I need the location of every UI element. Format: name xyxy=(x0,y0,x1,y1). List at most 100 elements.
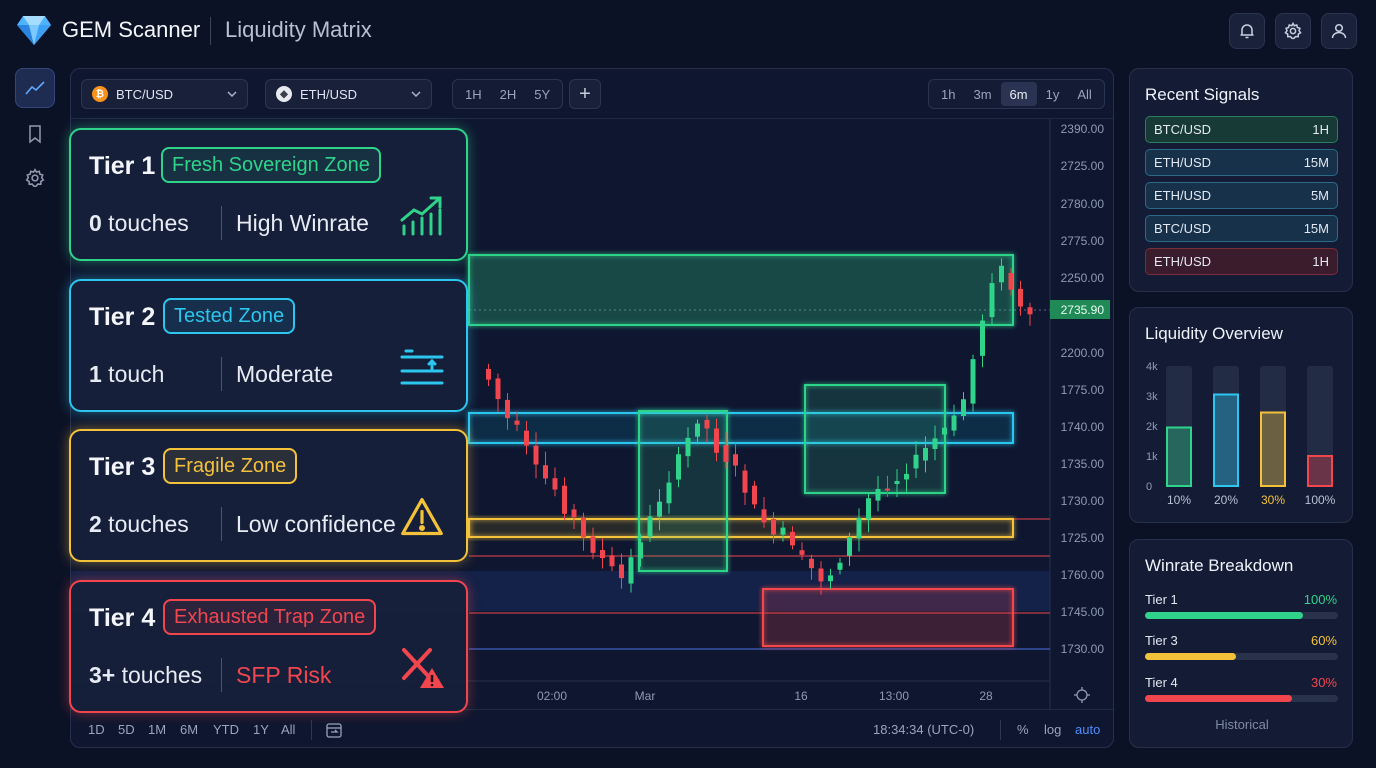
liquidity-bar[interactable] xyxy=(1307,455,1333,487)
tier-badge: Exhausted Trap Zone xyxy=(163,599,377,635)
price-tick: 1730.00 xyxy=(1061,494,1105,508)
notifications-button[interactable] xyxy=(1229,13,1265,49)
bottom-range-all[interactable]: All xyxy=(281,722,295,737)
user-icon xyxy=(1331,23,1347,39)
interval-1h[interactable]: 1H xyxy=(456,82,491,106)
bookmark-icon xyxy=(29,125,41,144)
tier-card-2[interactable]: Tier 2 Tested Zone 1 touch Moderate xyxy=(69,279,468,412)
bottom-range-5d[interactable]: 5D xyxy=(118,722,135,737)
candle-body xyxy=(581,517,586,538)
price-tick: 1735.00 xyxy=(1061,457,1105,471)
y-tick-label: 0 xyxy=(1146,481,1152,493)
profile-button[interactable] xyxy=(1321,13,1357,49)
warning-icon xyxy=(401,497,443,536)
candle-body xyxy=(980,320,985,356)
candle-body xyxy=(543,465,548,479)
range-1h[interactable]: 1h xyxy=(932,82,964,106)
signal-row[interactable]: ETH/USD 1H xyxy=(1145,248,1338,275)
bitcoin-icon: ₿ xyxy=(92,86,108,102)
candle-body xyxy=(923,447,928,461)
tier-card-3[interactable]: Tier 3 Fragile Zone 2 touches Low confid… xyxy=(69,429,468,562)
y-tick-label: 1k xyxy=(1146,451,1158,463)
interval-group: 1H 2H 5Y xyxy=(452,79,564,109)
tier-description: High Winrate xyxy=(236,210,369,236)
signal-pair: BTC/USD xyxy=(1154,221,1212,236)
tier-touches: 0 touches xyxy=(89,210,189,236)
bottom-range-1d[interactable]: 1D xyxy=(88,722,105,737)
range-6m[interactable]: 6m xyxy=(1000,82,1037,106)
bottom-range-1y[interactable]: 1Y xyxy=(253,722,269,737)
time-tick: 02:00 xyxy=(537,689,567,703)
symbol-select-eth[interactable]: ◆ ETH/USD xyxy=(265,79,432,109)
log-toggle[interactable]: log xyxy=(1044,722,1061,737)
candle-body xyxy=(790,531,795,546)
signal-row[interactable]: ETH/USD 15M xyxy=(1145,149,1338,176)
candle-body xyxy=(989,283,995,318)
candle-body xyxy=(951,415,957,431)
candle-body xyxy=(837,562,843,570)
candle-body xyxy=(562,485,567,514)
range-3m[interactable]: 3m xyxy=(964,82,1000,106)
auto-toggle[interactable]: auto xyxy=(1075,722,1100,737)
tier-card-4[interactable]: Tier 4 Exhausted Trap Zone 3+ touches SF… xyxy=(69,580,468,713)
candle-body xyxy=(495,378,501,400)
percent-toggle[interactable]: % xyxy=(1017,722,1029,737)
candle-body xyxy=(486,368,491,380)
tier-card-1[interactable]: Tier 1 Fresh Sovereign Zone 0 touches Hi… xyxy=(69,128,468,261)
candle-body xyxy=(695,423,700,437)
time-tick: 16 xyxy=(794,689,808,703)
signal-row[interactable]: BTC/USD 1H xyxy=(1145,116,1338,143)
range-1y[interactable]: 1y xyxy=(1037,82,1069,106)
liquidity-bar[interactable] xyxy=(1213,393,1239,487)
tier-description: SFP Risk xyxy=(236,662,332,688)
signal-row[interactable]: ETH/USD 5M xyxy=(1145,182,1338,209)
panel-title: Recent Signals xyxy=(1145,85,1260,104)
liquidity-bar[interactable] xyxy=(1260,411,1286,487)
candle-body xyxy=(932,438,938,450)
category-label: 20% xyxy=(1214,493,1238,507)
current-price-label: 2735.90 xyxy=(1061,303,1105,317)
bottom-range-1m[interactable]: 1M xyxy=(148,722,166,737)
interval-5y[interactable]: 5Y xyxy=(525,82,559,106)
candle-body xyxy=(961,399,966,417)
interval-2h[interactable]: 2H xyxy=(491,82,526,106)
candle-body xyxy=(514,420,520,425)
candle-body xyxy=(524,430,529,446)
chart-toolbar: ₿ BTC/USD ◆ ETH/USD 1H 2H 5Y + 1h 3m 6m … xyxy=(71,69,1113,119)
tier-touches: 3+ touches xyxy=(89,662,203,688)
app-header: GEM Scanner Liquidity Matrix xyxy=(0,0,1376,62)
winrate-bar-fill xyxy=(1145,695,1292,702)
signal-timeframe: 15M xyxy=(1303,155,1329,170)
liquidity-bar[interactable] xyxy=(1166,426,1192,487)
settings-button[interactable] xyxy=(1275,13,1311,49)
winrate-label: Tier 4 xyxy=(1145,675,1178,690)
winrate-bar-track xyxy=(1145,695,1338,702)
signal-timeframe: 1H xyxy=(1312,122,1329,137)
candle-body xyxy=(704,419,710,429)
range-all[interactable]: All xyxy=(1068,82,1100,106)
rail-chart-button[interactable] xyxy=(15,68,55,108)
candle-body xyxy=(885,488,890,491)
signal-row[interactable]: BTC/USD 15M xyxy=(1145,215,1338,242)
candle-body xyxy=(866,498,871,520)
candle-body xyxy=(685,437,691,457)
candle-body xyxy=(942,427,947,435)
symbol-select-btc[interactable]: ₿ BTC/USD xyxy=(81,79,248,109)
candle-body xyxy=(619,564,624,579)
bell-icon xyxy=(1240,24,1254,39)
add-indicator-button[interactable]: + xyxy=(569,79,601,109)
rail-bookmark-button[interactable] xyxy=(15,114,55,154)
axis-settings-icon[interactable] xyxy=(1074,687,1090,703)
candle-body xyxy=(799,550,805,555)
signal-pair: BTC/USD xyxy=(1154,122,1212,137)
tier-divider xyxy=(221,206,222,240)
calendar-range-icon[interactable] xyxy=(325,721,343,739)
bottom-range-6m[interactable]: 6M xyxy=(180,722,198,737)
candle-body xyxy=(571,509,577,518)
tier-description: Moderate xyxy=(236,361,334,387)
rail-settings-button[interactable] xyxy=(15,158,55,198)
candle-body xyxy=(970,359,976,404)
bottom-range-ytd[interactable]: YTD xyxy=(213,722,239,737)
tier-divider xyxy=(221,507,222,541)
price-tick: 2780.00 xyxy=(1061,197,1105,211)
